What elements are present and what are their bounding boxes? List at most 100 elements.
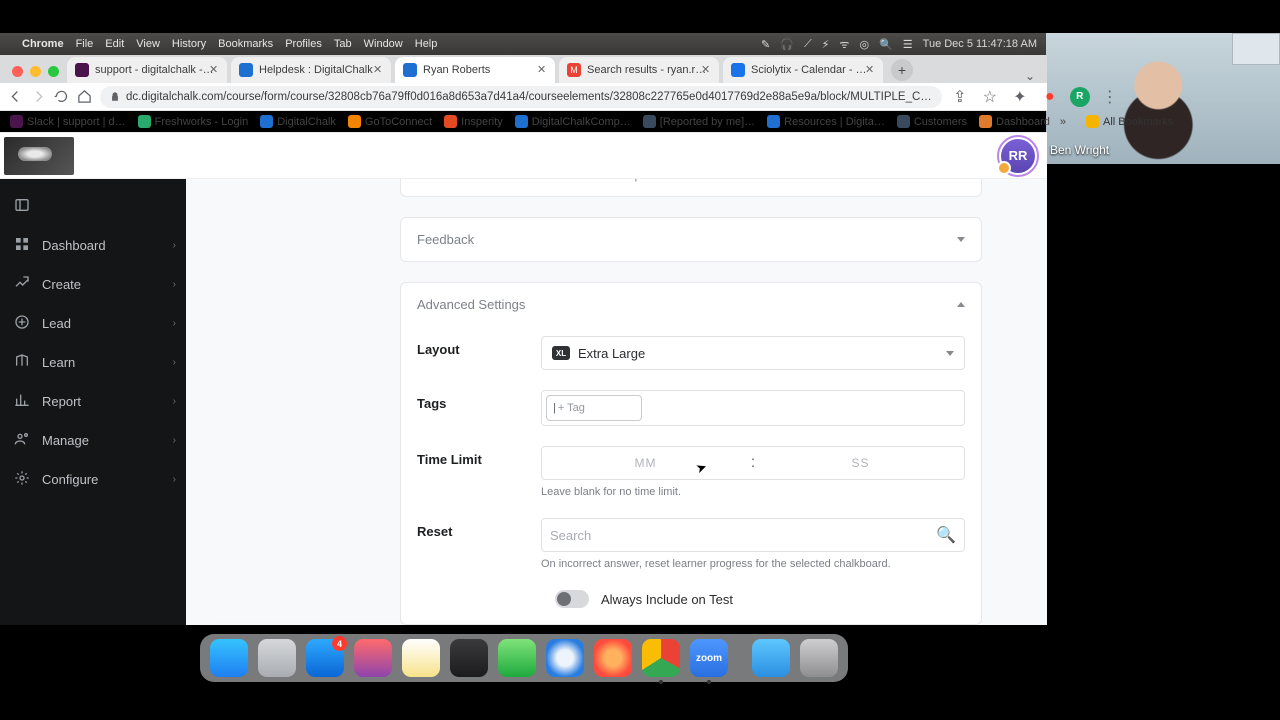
bookmark-item[interactable]: [Reported by me]… (643, 115, 755, 128)
menu-bookmarks[interactable]: Bookmarks (218, 38, 273, 50)
sidebar: Dashboard › Create › Lead › Learn › Repo… (0, 179, 186, 625)
menu-edit[interactable]: Edit (105, 38, 124, 50)
pip-self-view[interactable] (1232, 33, 1280, 65)
brand-logo[interactable] (4, 137, 74, 175)
feedback-section[interactable]: Feedback (400, 217, 982, 262)
dock-finder[interactable] (210, 639, 248, 677)
wifi-icon[interactable]: ᯤ (839, 37, 849, 52)
page-profile-avatar[interactable]: RR (1001, 139, 1035, 173)
menu-help[interactable]: Help (415, 38, 438, 50)
share-icon[interactable]: ⇪ (950, 87, 970, 107)
browser-tab[interactable]: support - digitalchalk - Slack ✕ (67, 57, 227, 83)
minimize-window[interactable] (30, 66, 41, 77)
all-bookmarks[interactable]: All Bookmarks (1086, 115, 1173, 128)
close-window[interactable] (12, 66, 23, 77)
back-button[interactable] (8, 87, 23, 107)
bookmark-item[interactable]: DigitalChalkComp… (515, 115, 631, 128)
menu-tab[interactable]: Tab (334, 38, 352, 50)
extension-dot-icon[interactable]: ● (1040, 87, 1060, 107)
sidebar-item-dashboard[interactable]: Dashboard › (0, 226, 186, 265)
bookmark-label: DigitalChalkComp… (532, 116, 631, 128)
dock-app-store[interactable]: 4 (306, 639, 344, 677)
home-button[interactable] (77, 87, 92, 107)
always-include-toggle[interactable] (555, 590, 589, 608)
omnibox[interactable]: dc.digitalchalk.com/course/form/course/3… (100, 86, 942, 108)
dock-system-settings[interactable] (258, 639, 296, 677)
dock-calculator[interactable] (450, 639, 488, 677)
dock-downloads[interactable] (752, 639, 790, 677)
tag-input[interactable]: |+ Tag (546, 395, 642, 421)
browser-tab[interactable]: Sciolytix - Calendar - Decemb… ✕ (723, 57, 883, 83)
reset-search[interactable]: 🔍 (541, 518, 965, 552)
profile-avatar[interactable]: R (1070, 87, 1090, 107)
bookmark-item[interactable]: Dashboard (979, 115, 1050, 128)
sidebar-item-label: Lead (42, 316, 71, 331)
extensions-icon[interactable]: ✦ (1010, 87, 1030, 107)
bookmark-item[interactable]: Freshworks - Login (138, 115, 249, 128)
sidebar-icon (14, 275, 30, 294)
browser-tab[interactable]: Ryan Roberts ✕ (395, 57, 555, 83)
bookmark-item[interactable]: Insperity (444, 115, 503, 128)
tags-field[interactable]: |+ Tag (541, 390, 965, 426)
timelimit-ss[interactable]: SS (757, 456, 964, 470)
dock-firefox[interactable] (594, 639, 632, 677)
bookmark-item[interactable]: GoToConnect (348, 115, 432, 128)
bookmark-favicon (260, 115, 273, 128)
browser-tab[interactable]: M Search results - ryan.roberts… ✕ (559, 57, 719, 83)
dock-trash[interactable] (800, 639, 838, 677)
headphones-icon[interactable]: 🎧 (780, 38, 794, 51)
forward-button[interactable] (31, 87, 46, 107)
bookmark-item[interactable]: Slack | support | d… (10, 115, 126, 128)
search-icon[interactable]: 🔍 (936, 525, 956, 545)
close-icon[interactable]: ✕ (209, 63, 221, 75)
menubar-clock[interactable]: Tue Dec 5 11:47:18 AM (923, 38, 1037, 50)
kebab-menu[interactable]: ⋮ (1100, 87, 1120, 107)
close-icon[interactable]: ✕ (701, 63, 713, 75)
close-icon[interactable]: ✕ (865, 63, 877, 75)
user-icon[interactable]: ◎ (859, 38, 869, 51)
menubar-app[interactable]: Chrome (22, 38, 64, 50)
chevron-right-icon: › (173, 279, 176, 290)
timelimit-field[interactable]: MM : SS (541, 446, 965, 480)
new-tab-button[interactable]: + (891, 59, 913, 81)
advanced-header[interactable]: Advanced Settings (401, 283, 981, 326)
dock-zoom[interactable]: zoom (690, 639, 728, 677)
bookmark-item[interactable]: DigitalChalk (260, 115, 336, 128)
timelimit-mm[interactable]: MM (542, 456, 749, 470)
tab-overflow[interactable]: ⌄ (1025, 69, 1035, 83)
bookmark-item[interactable]: Customers (897, 115, 967, 128)
close-icon[interactable]: ✕ (537, 63, 549, 75)
battery-icon[interactable]: ⚡︎ (822, 38, 830, 51)
reset-row: Reset 🔍 On incorrect answer, reset learn… (401, 508, 981, 580)
dock-chrome[interactable] (642, 639, 680, 677)
draw-icon[interactable]: ⟋ (804, 38, 812, 51)
spotlight-icon[interactable]: 🔍 (879, 38, 893, 51)
dock-safari[interactable] (546, 639, 584, 677)
maximize-window[interactable] (48, 66, 59, 77)
sidebar-item-manage[interactable]: Manage › (0, 421, 186, 460)
menu-window[interactable]: Window (364, 38, 403, 50)
browser-tab[interactable]: Helpdesk : DigitalChalk ✕ (231, 57, 391, 83)
bookmark-item[interactable]: Resources | Digita… (767, 115, 885, 128)
sidebar-item-learn[interactable]: Learn › (0, 343, 186, 382)
sidebar-collapse-icon[interactable] (0, 189, 186, 226)
star-icon[interactable]: ☆ (980, 87, 1000, 107)
pen-icon[interactable]: ✎ (761, 38, 770, 51)
close-icon[interactable]: ✕ (373, 63, 385, 75)
sidebar-item-report[interactable]: Report › (0, 382, 186, 421)
control-center-icon[interactable]: ☰ (903, 38, 913, 51)
bookmarks-overflow[interactable]: » (1060, 116, 1066, 128)
dock-launchpad[interactable] (354, 639, 392, 677)
sidebar-item-configure[interactable]: Configure › (0, 460, 186, 499)
reload-button[interactable] (54, 87, 69, 107)
menu-file[interactable]: File (76, 38, 94, 50)
layout-select[interactable]: XL Extra Large (541, 336, 965, 370)
reset-search-input[interactable] (550, 528, 936, 543)
dock-numbers[interactable] (498, 639, 536, 677)
menu-profiles[interactable]: Profiles (285, 38, 322, 50)
sidebar-item-lead[interactable]: Lead › (0, 304, 186, 343)
sidebar-item-create[interactable]: Create › (0, 265, 186, 304)
menu-view[interactable]: View (136, 38, 160, 50)
dock-notes[interactable] (402, 639, 440, 677)
menu-history[interactable]: History (172, 38, 206, 50)
